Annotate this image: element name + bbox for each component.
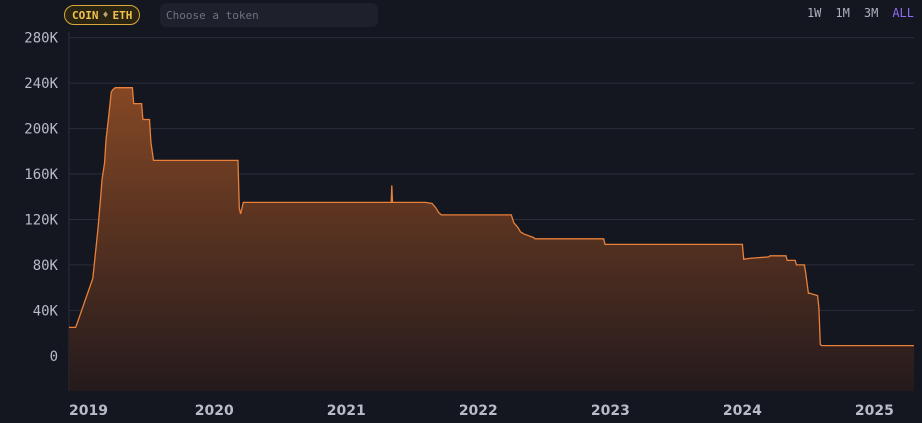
x-tick-label: 2025: [855, 403, 894, 419]
y-tick-label: 120K: [24, 212, 58, 228]
x-tick-label: 2019: [69, 403, 108, 419]
x-axis: 2019 2020 2021 2022 2023 2024 2025: [69, 403, 894, 419]
y-tick-label: 200K: [24, 122, 58, 138]
y-tick-label: 240K: [24, 76, 58, 92]
y-tick-label: 0: [50, 349, 58, 365]
y-tick-label: 160K: [24, 167, 58, 183]
series-area: [69, 87, 914, 391]
y-tick-label: 80K: [33, 258, 59, 274]
x-tick-label: 2023: [591, 403, 630, 419]
holders-area-chart: 0 40K 80K 120K 160K 200K 240K 280K 2019 2020 2021…: [24, 31, 914, 419]
x-tick-label: 2022: [459, 403, 498, 419]
y-tick-label: 280K: [24, 31, 58, 47]
x-tick-label: 2024: [723, 403, 762, 419]
y-tick-label: 40K: [33, 303, 59, 319]
x-tick-label: 2020: [195, 403, 234, 419]
x-tick-label: 2021: [327, 403, 366, 419]
y-axis: 0 40K 80K 120K 160K 200K 240K 280K: [24, 31, 58, 365]
